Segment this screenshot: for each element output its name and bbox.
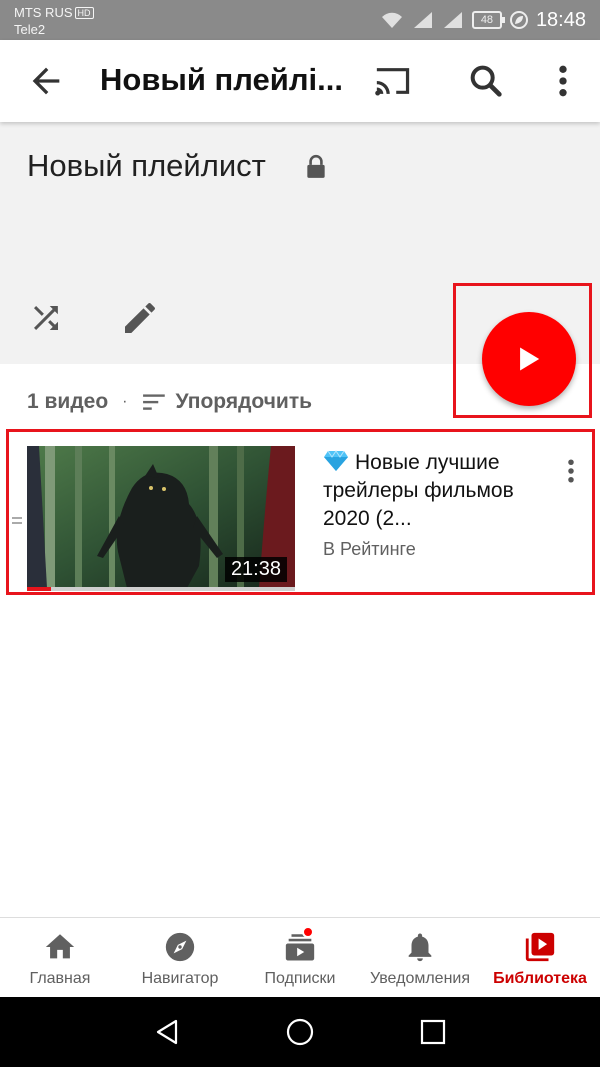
page-title: Новый плейлі...	[100, 62, 343, 97]
video-list-item[interactable]: 21:38 Новые лучшие трейлеры фильмов 2020…	[6, 429, 595, 595]
bell-icon	[408, 933, 432, 962]
system-navigation-bar	[0, 997, 600, 1067]
watch-progress-bar	[27, 587, 295, 591]
nav-label: Уведомления	[369, 970, 471, 987]
status-bar: MTS RUS HD Tele2 48 18:48	[0, 0, 600, 40]
nav-notifications[interactable]: Уведомления	[360, 918, 480, 997]
search-icon[interactable]	[466, 61, 506, 101]
carrier-secondary: Tele2	[14, 22, 46, 37]
signal-icon	[443, 12, 462, 28]
library-icon	[525, 932, 555, 962]
video-more-icon[interactable]	[563, 456, 579, 486]
leaf-icon	[509, 11, 528, 29]
nav-explore[interactable]: Навигатор	[120, 918, 240, 997]
sort-button[interactable]: Упорядочить	[176, 390, 313, 414]
bottom-navigation: Главная Навигатор Подписки Уведомления Б…	[0, 917, 600, 997]
explore-icon	[165, 932, 195, 962]
nav-label: Библиотека	[493, 970, 587, 987]
playlist-meta: 1 видео · Упорядочить	[27, 388, 312, 416]
video-count: 1 видео	[27, 390, 109, 413]
nav-label: Подписки	[264, 970, 336, 987]
video-title[interactable]: Новые лучшие трейлеры фильмов 2020 (2...	[323, 449, 543, 533]
channel-name[interactable]: В Рейтинге	[323, 539, 416, 560]
battery-icon: 48	[471, 11, 505, 29]
home-icon	[45, 934, 75, 959]
app-bar: Новый плейлі...	[0, 40, 600, 122]
wifi-icon	[381, 12, 402, 28]
video-title-text: Новые лучшие трейлеры фильмов 2020 (2...	[323, 451, 514, 530]
nav-home[interactable]: Главная	[0, 918, 120, 997]
hd-badge: HD	[74, 7, 94, 19]
cast-icon[interactable]	[372, 61, 414, 101]
shuffle-icon[interactable]	[28, 300, 64, 336]
back-arrow-icon[interactable]	[26, 61, 66, 101]
home-circle-icon[interactable]	[285, 1017, 315, 1047]
status-indicators: 48 18:48	[380, 8, 586, 32]
nav-label: Навигатор	[141, 970, 219, 987]
playlist-title: Новый плейлист	[27, 148, 266, 183]
more-vert-icon[interactable]	[548, 61, 578, 101]
play-icon	[520, 347, 540, 371]
nav-subscriptions[interactable]: Подписки	[240, 918, 360, 997]
play-all-highlight	[453, 283, 592, 418]
sort-icon[interactable]	[142, 391, 168, 413]
play-all-button[interactable]	[482, 312, 576, 406]
gem-emoji-icon	[324, 450, 348, 471]
recents-square-icon[interactable]	[418, 1017, 448, 1047]
edit-pencil-icon[interactable]	[120, 298, 160, 338]
lock-icon	[307, 154, 325, 178]
video-thumbnail[interactable]: 21:38	[27, 446, 295, 588]
clock: 18:48	[535, 8, 586, 31]
watch-progress-fill	[27, 587, 52, 591]
video-duration: 21:38	[224, 557, 287, 582]
carrier-primary: MTS RUS HD	[14, 5, 94, 20]
signal-icon	[413, 12, 432, 28]
separator-dot: ·	[122, 393, 128, 410]
nav-library[interactable]: Библиотека	[480, 918, 600, 997]
notification-dot	[302, 926, 314, 938]
drag-handle-icon[interactable]	[12, 516, 22, 526]
nav-label: Главная	[29, 970, 91, 987]
back-triangle-icon[interactable]	[152, 1017, 182, 1047]
